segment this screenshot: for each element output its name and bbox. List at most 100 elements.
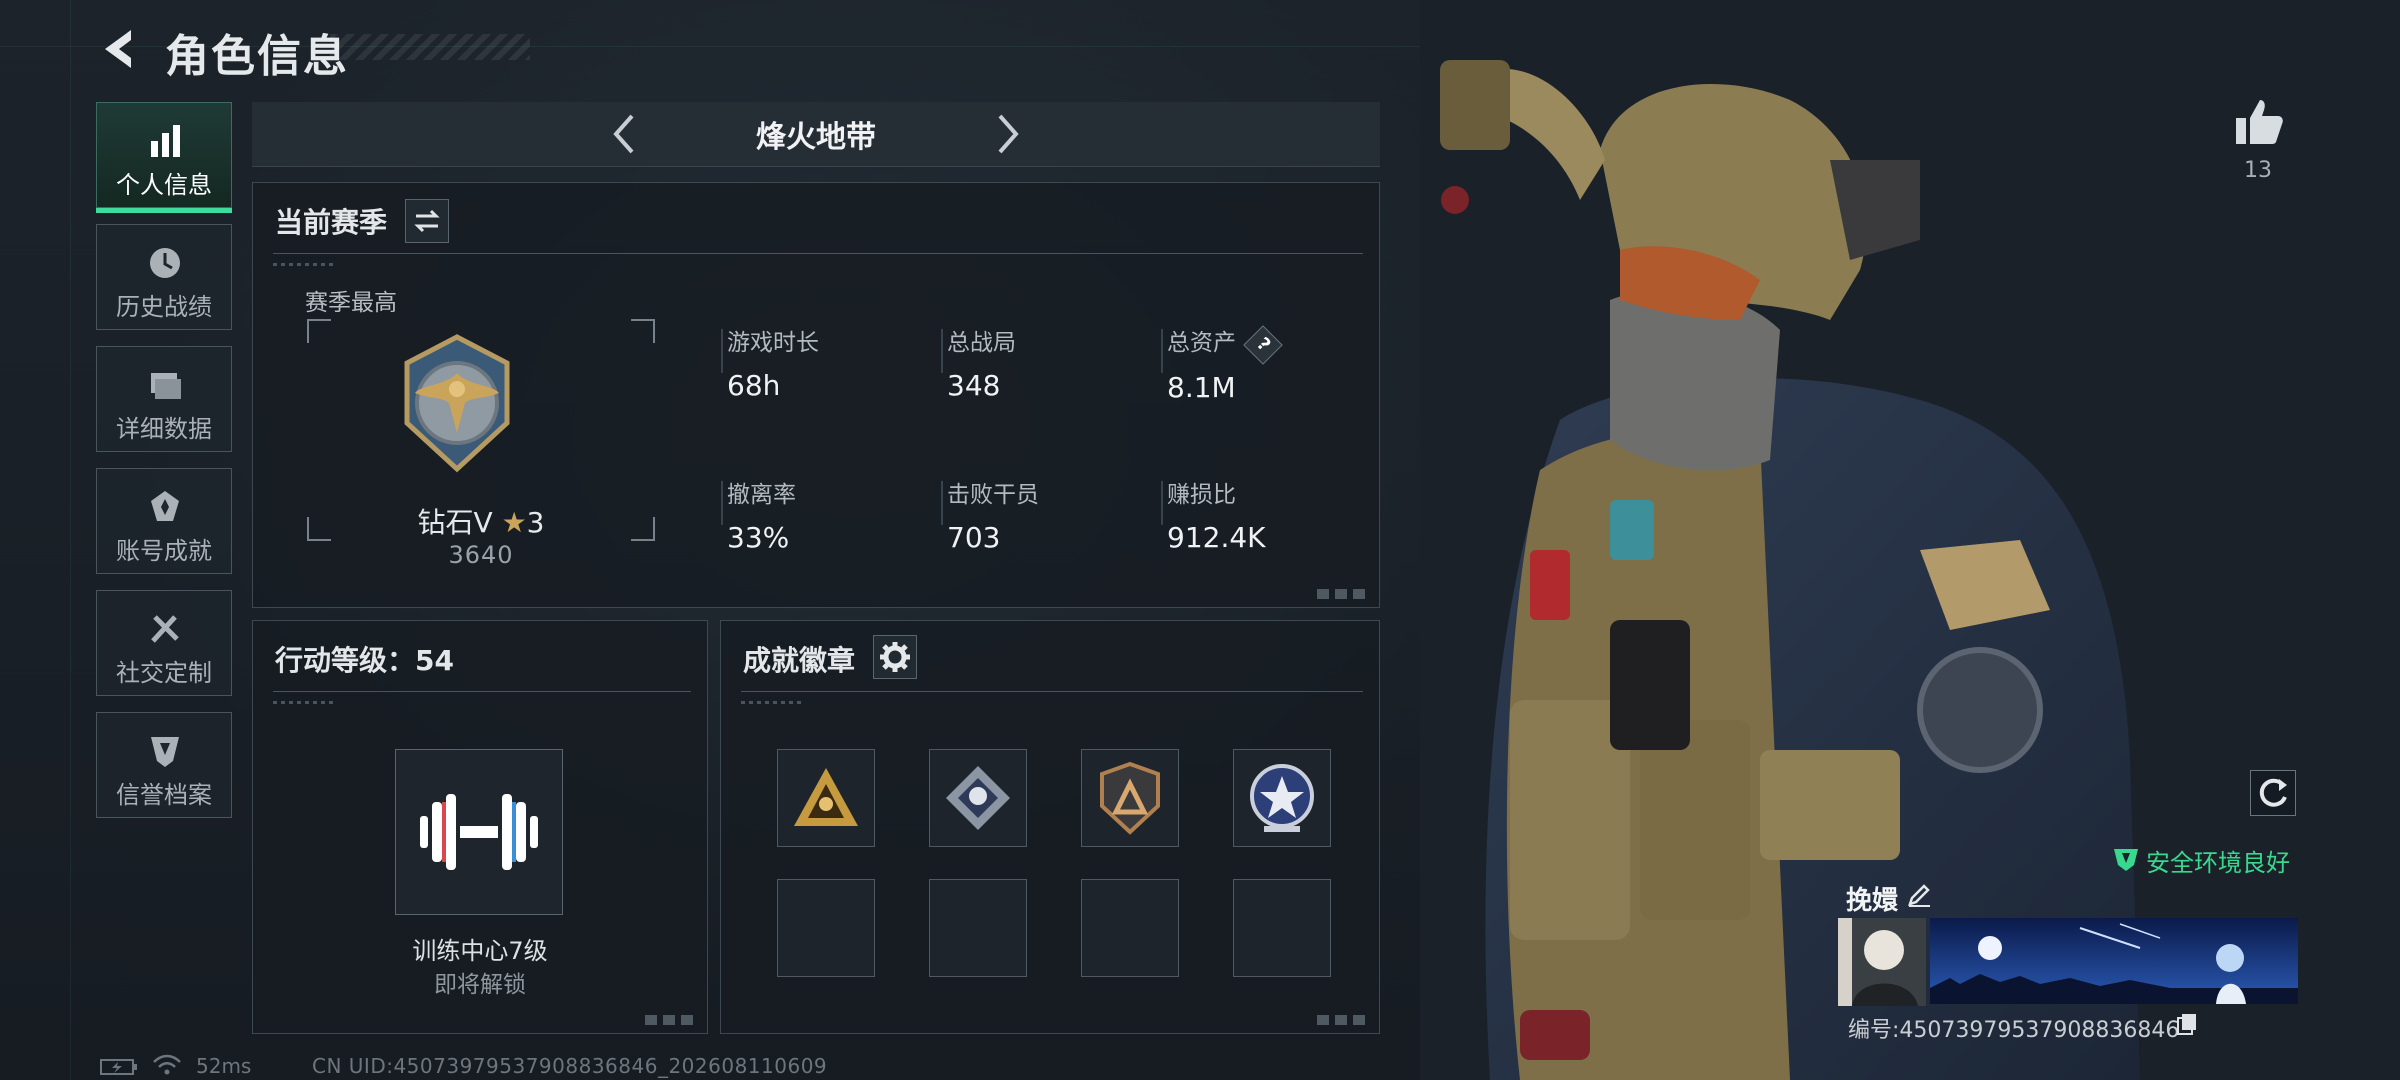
divider-tick bbox=[273, 263, 333, 266]
stat-divider bbox=[1161, 481, 1163, 525]
action-level-panel: 行动等级：54 训练中心7级 即将解锁 bbox=[252, 620, 708, 1034]
badges-panel: 成就徽章 bbox=[720, 620, 1380, 1034]
page-title: 角色信息 bbox=[165, 31, 349, 82]
stat-value: 912.4K bbox=[1167, 521, 1266, 554]
tools-icon bbox=[151, 615, 179, 643]
nav-item-personal-info[interactable]: 个人信息 bbox=[96, 102, 232, 213]
stat-divider bbox=[721, 481, 723, 525]
badge-settings-button[interactable] bbox=[873, 635, 917, 679]
badge-slot[interactable] bbox=[1233, 749, 1331, 847]
silver-diamond-badge-icon bbox=[946, 766, 1010, 830]
copy-icon[interactable] bbox=[2176, 1012, 2198, 1036]
corner-decoration bbox=[645, 1015, 697, 1025]
season-title: 当前赛季 bbox=[275, 206, 388, 239]
badge-slot-empty[interactable] bbox=[1233, 879, 1331, 977]
rank-score: 3640 bbox=[448, 541, 514, 569]
stat-value: 68h bbox=[727, 369, 781, 402]
avatar[interactable] bbox=[1838, 918, 1926, 1006]
client-uid: CN UID:45073979537908836846_202608110609 bbox=[312, 1054, 828, 1078]
stat-label: 游戏时长 bbox=[727, 330, 819, 356]
like-count: 13 bbox=[2244, 158, 2272, 183]
achievement-icon bbox=[151, 491, 179, 521]
stat-value: 8.1M bbox=[1167, 371, 1236, 404]
refresh-icon bbox=[2259, 778, 2287, 807]
avatar-image bbox=[1838, 918, 1926, 1006]
bronze-shield-badge-icon bbox=[1100, 761, 1160, 835]
night-sky-banner-image bbox=[1930, 918, 2298, 1004]
nav-label: 详细数据 bbox=[116, 415, 212, 443]
stat-operators-defeated: 击败干员 703 bbox=[947, 475, 1147, 554]
chevron-right-icon[interactable] bbox=[982, 110, 1030, 158]
nav-item-detailed-data[interactable]: 详细数据 bbox=[96, 346, 232, 452]
mode-selector: 烽火地带 bbox=[252, 102, 1380, 167]
player-id: 编号:45073979537908836846 bbox=[1848, 1018, 2180, 1043]
stat-divider bbox=[941, 481, 943, 525]
history-clock-icon bbox=[150, 248, 180, 278]
badge-slot[interactable] bbox=[777, 749, 875, 847]
battery-charging-icon bbox=[100, 1059, 137, 1075]
stat-divider bbox=[941, 329, 943, 373]
dumbbell-icon bbox=[420, 794, 538, 870]
thumbs-up-icon[interactable] bbox=[2232, 96, 2284, 148]
action-level-title: 行动等级：54 bbox=[275, 644, 454, 677]
credit-shield-icon bbox=[151, 737, 179, 767]
wifi-icon bbox=[153, 1054, 181, 1075]
swap-icon bbox=[414, 209, 440, 233]
badge-slot-empty[interactable] bbox=[1081, 879, 1179, 977]
season-best-label: 赛季最高 bbox=[305, 290, 397, 316]
divider bbox=[741, 691, 1363, 692]
back-arrow-icon[interactable] bbox=[95, 24, 145, 74]
stat-value: 33% bbox=[727, 521, 790, 554]
hud-line bbox=[70, 0, 71, 1080]
nav-label: 信誉档案 bbox=[116, 781, 212, 809]
divider-tick bbox=[273, 701, 333, 704]
divider-tick bbox=[741, 701, 801, 704]
mode-title: 烽火地带 bbox=[756, 120, 876, 155]
active-indicator bbox=[96, 208, 232, 213]
gold-triangle-badge-icon bbox=[794, 768, 858, 826]
gear-icon bbox=[880, 642, 910, 672]
blue-star-badge-icon bbox=[1250, 764, 1314, 832]
stat-divider bbox=[1161, 329, 1163, 373]
switch-season-button[interactable] bbox=[405, 199, 449, 243]
star-icon: ★ bbox=[501, 506, 527, 539]
badge-slot[interactable] bbox=[1081, 749, 1179, 847]
nav-item-social-custom[interactable]: 社交定制 bbox=[96, 590, 232, 696]
profile-banner[interactable] bbox=[1930, 918, 2298, 1004]
training-center-name: 训练中心7级 bbox=[412, 937, 548, 965]
stat-divider bbox=[721, 329, 723, 373]
nav-label: 历史战绩 bbox=[116, 293, 212, 321]
badge-slot[interactable] bbox=[929, 749, 1027, 847]
rank-name: 钻石V ★3 bbox=[307, 501, 655, 541]
network-ping: 52ms bbox=[196, 1054, 252, 1078]
badges-title: 成就徽章 bbox=[743, 644, 856, 677]
rank-stars: 3 bbox=[526, 506, 545, 539]
help-icon[interactable]: ? bbox=[1243, 325, 1284, 365]
divider bbox=[273, 691, 691, 692]
stat-total-assets: 总资产 ? 8.1M bbox=[1167, 323, 1367, 404]
nav-item-credit-record[interactable]: 信誉档案 bbox=[96, 712, 232, 818]
stat-value: 348 bbox=[947, 369, 1001, 402]
safe-environment-status: 安全环境良好 bbox=[2146, 849, 2290, 877]
stat-label: 赚损比 bbox=[1167, 482, 1236, 508]
nav-label: 个人信息 bbox=[116, 171, 212, 199]
stat-value: 703 bbox=[947, 521, 1001, 554]
stat-label: 撤离率 bbox=[727, 482, 796, 508]
nav-label: 账号成就 bbox=[116, 537, 212, 565]
season-panel: 当前赛季 赛季最高 钻石V ★3 3640 游戏时长 68h 总战局 348 总… bbox=[252, 182, 1380, 608]
stat-label-text: 总资产 bbox=[1167, 330, 1236, 356]
edit-pencil-icon[interactable] bbox=[1906, 882, 1932, 908]
training-center-status: 即将解锁 bbox=[434, 972, 526, 998]
title-decoration bbox=[330, 34, 530, 60]
nav-item-achievements[interactable]: 账号成就 bbox=[96, 468, 232, 574]
badge-slot-empty[interactable] bbox=[777, 879, 875, 977]
stat-play-time: 游戏时长 68h bbox=[727, 323, 927, 402]
badge-slot-empty[interactable] bbox=[929, 879, 1027, 977]
refresh-button[interactable] bbox=[2250, 770, 2296, 816]
training-center-card[interactable] bbox=[395, 749, 563, 915]
divider bbox=[273, 253, 1363, 254]
nav-item-history[interactable]: 历史战绩 bbox=[96, 224, 232, 330]
stat-label: 总资产 ? bbox=[1167, 323, 1367, 365]
stat-label: 总战局 bbox=[947, 330, 1016, 356]
nav-label: 社交定制 bbox=[116, 659, 212, 687]
